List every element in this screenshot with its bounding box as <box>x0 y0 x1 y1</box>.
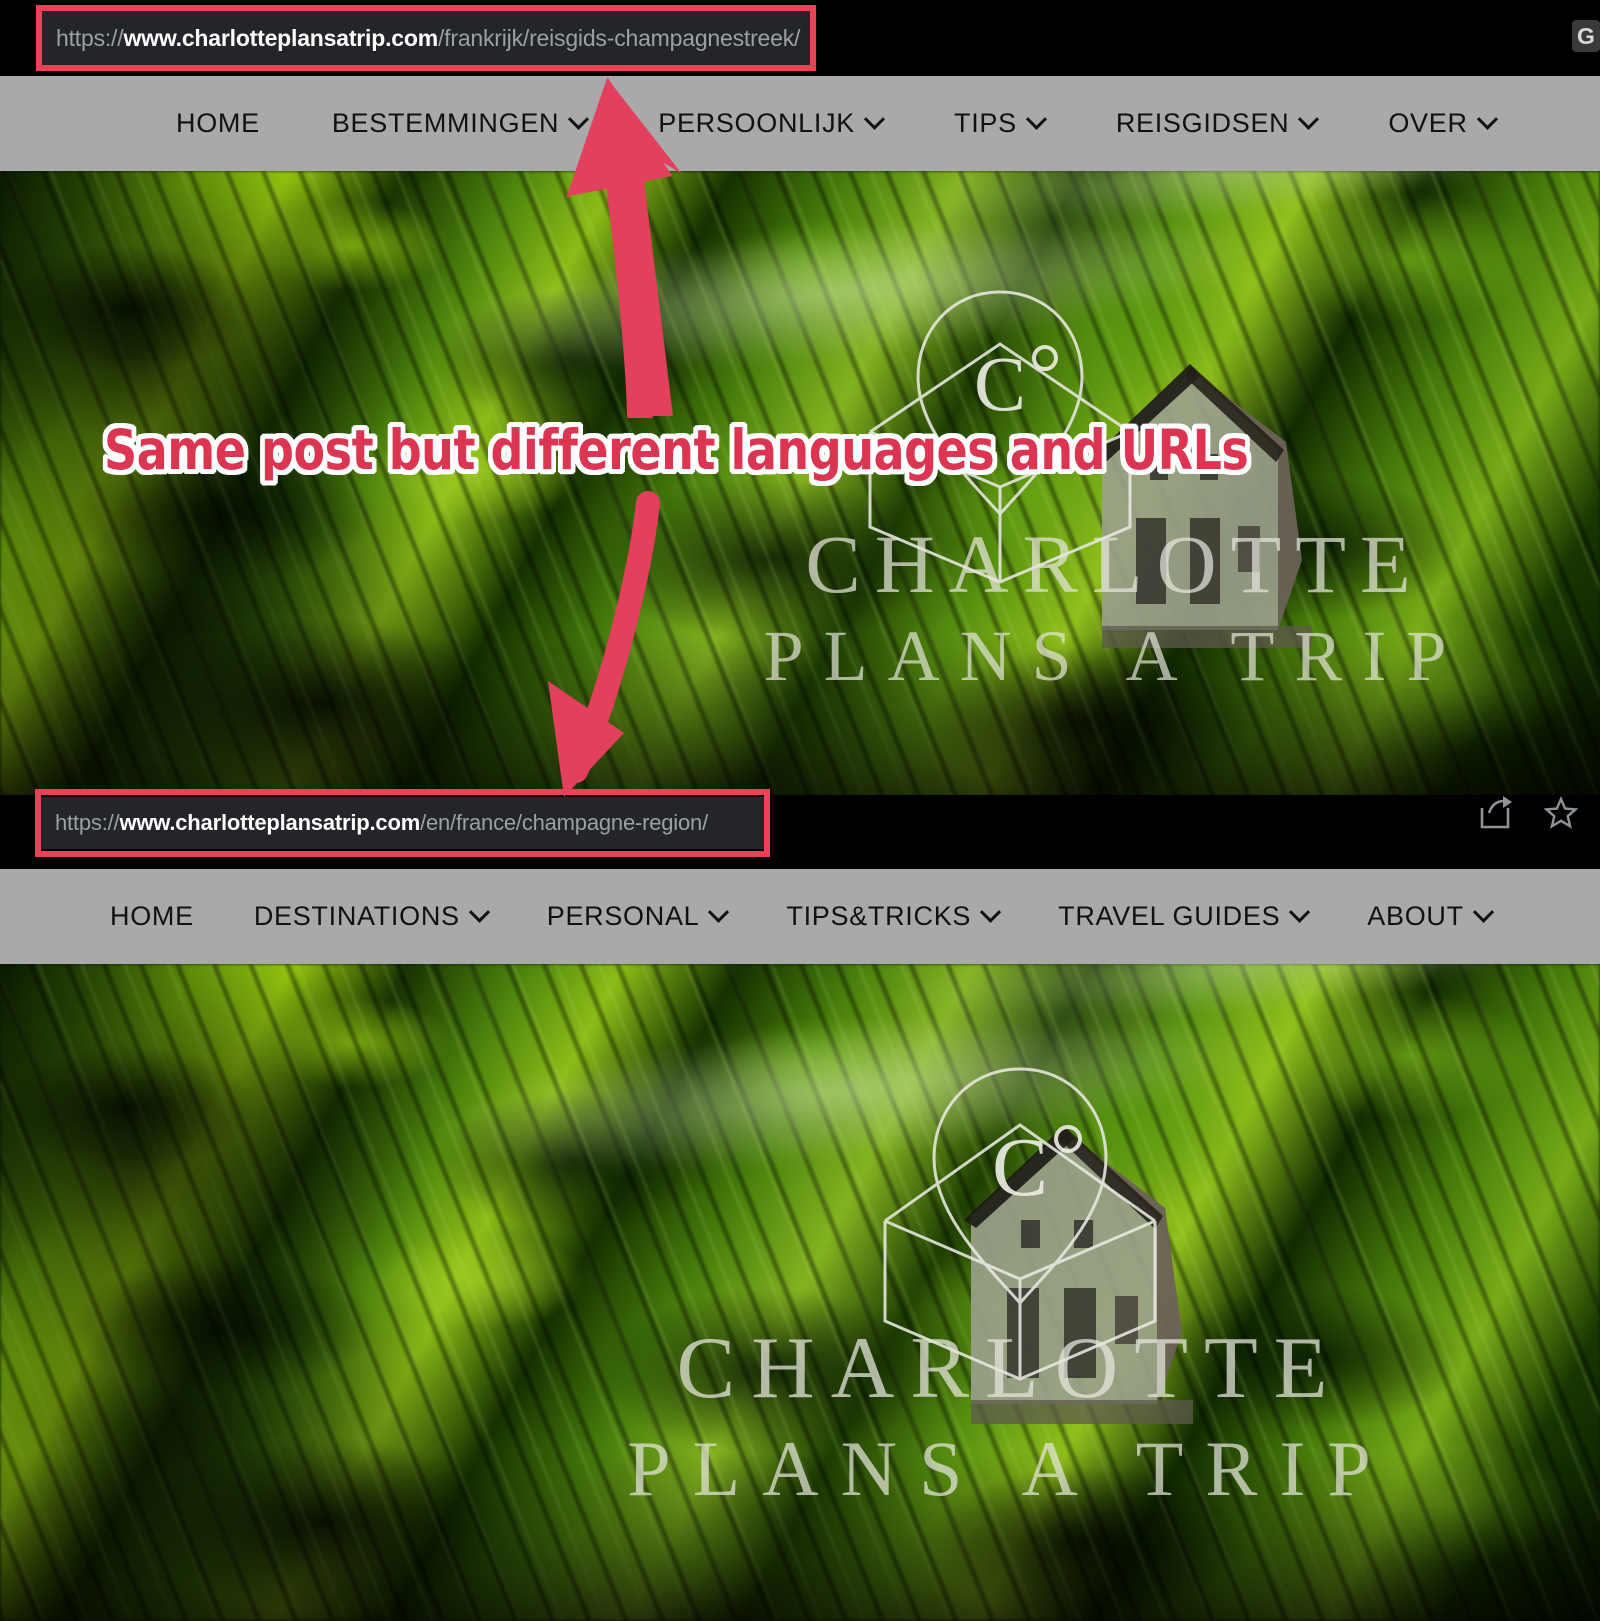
nav-item-persoonlijk[interactable]: PERSOONLIJK <box>658 108 886 139</box>
nav-item-travel-guides[interactable]: TRAVEL GUIDES <box>1058 901 1311 932</box>
nav-label: PERSONAL <box>546 901 700 931</box>
nav-label: TRAVEL GUIDES <box>1058 901 1281 931</box>
hero-bottom-fade <box>0 634 1600 797</box>
url-domain: www.charlotteplansatrip.com <box>123 24 438 51</box>
chevron-down-icon <box>468 901 490 923</box>
nav-item-home-en[interactable]: HOME <box>110 901 194 932</box>
url-text-english[interactable]: https://www.charlotteplansatrip.com/en/f… <box>41 797 768 849</box>
annotation-text: Same post but different languages and UR… <box>104 418 1249 482</box>
nav-label: TIPS&TRICKS <box>786 901 972 931</box>
chevron-down-icon <box>980 901 1002 923</box>
screenshot-root: C CHARLOTTE PLANS A TRIP HOME BESTEMMING… <box>0 0 1600 1621</box>
nav-english: HOME DESTINATIONS PERSONAL TIPS&TRICKS T… <box>0 869 1600 964</box>
hero-image-english <box>0 964 1600 1621</box>
nav-label: DESTINATIONS <box>253 901 460 931</box>
browser-toolbar-icons <box>1476 796 1578 830</box>
chevron-down-icon <box>1289 901 1311 923</box>
nav-item-personal[interactable]: PERSONAL <box>546 901 730 932</box>
nav-item-destinations[interactable]: DESTINATIONS <box>253 901 490 932</box>
url-path: /frankrijk/reisgids-champagnestreek/ <box>437 24 801 51</box>
nav-item-tips-tricks[interactable]: TIPS&TRICKS <box>786 901 1002 932</box>
chevron-down-icon <box>1298 108 1320 130</box>
url-scheme: https:// <box>55 810 120 835</box>
nav-label: ABOUT <box>1367 901 1464 931</box>
url-scheme: https:// <box>56 24 124 51</box>
nav-item-tips[interactable]: TIPS <box>954 108 1047 139</box>
nav-label: PERSOONLIJK <box>658 108 855 138</box>
nav-label: REISGIDSEN <box>1115 108 1290 138</box>
chevron-down-icon <box>1472 901 1494 923</box>
nav-label: OVER <box>1388 108 1468 138</box>
share-icon[interactable] <box>1476 796 1514 830</box>
nav-item-bestemmingen[interactable]: BESTEMMINGEN <box>331 108 590 139</box>
grammarly-extension-icon[interactable]: G <box>1572 20 1600 52</box>
chevron-down-icon <box>568 108 590 130</box>
url-text-dutch[interactable]: https://www.charlotteplansatrip.com/fran… <box>42 11 810 65</box>
url-path: /en/france/champagne-region/ <box>420 810 708 835</box>
stone-house <box>905 1090 1223 1425</box>
nav-dutch: HOME BESTEMMINGEN PERSOONLIJK TIPS REISG… <box>0 76 1600 171</box>
url-domain: www.charlotteplansatrip.com <box>119 810 421 835</box>
nav-item-home[interactable]: HOME <box>176 108 260 139</box>
chevron-down-icon <box>863 108 886 130</box>
hero-image-dutch <box>0 171 1600 797</box>
nav-label: HOME <box>176 108 260 138</box>
hero-bottom-fade <box>0 1450 1600 1621</box>
nav-label: BESTEMMINGEN <box>331 108 560 138</box>
chevron-down-icon <box>1476 108 1498 130</box>
chevron-down-icon <box>708 901 730 923</box>
bookmark-star-icon[interactable] <box>1544 796 1578 830</box>
stone-house <box>1040 330 1340 650</box>
nav-item-about[interactable]: ABOUT <box>1367 901 1494 932</box>
chevron-down-icon <box>1025 108 1047 130</box>
browser-extension-area-top: G <box>1572 20 1600 52</box>
nav-label: HOME <box>110 901 194 931</box>
nav-label: TIPS <box>954 108 1017 138</box>
nav-item-over[interactable]: OVER <box>1388 108 1498 139</box>
nav-item-reisgidsen[interactable]: REISGIDSEN <box>1115 108 1320 139</box>
